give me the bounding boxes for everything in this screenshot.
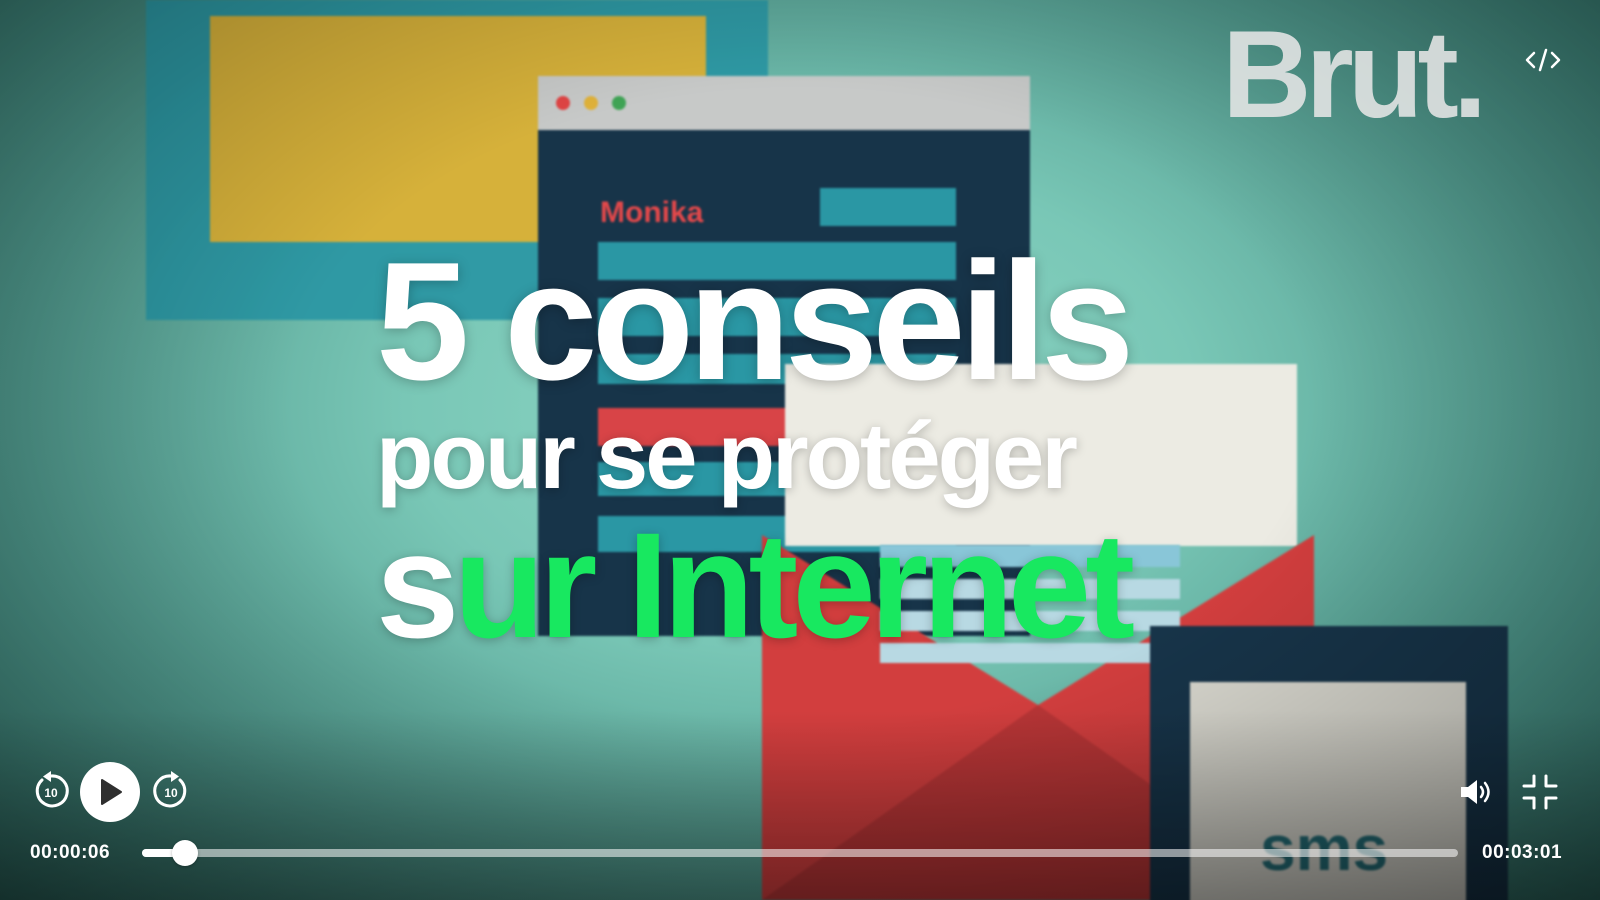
rewind-seconds-label: 10 [44, 786, 58, 800]
progress-bar[interactable] [142, 840, 1458, 866]
video-frame[interactable]: Monika sms 5 conseils pour se protéger s… [0, 0, 1600, 900]
play-button[interactable] [80, 762, 140, 822]
browser-minimize-dot [584, 96, 598, 110]
browser-close-dot [556, 96, 570, 110]
headline-line-2: pour se protéger [376, 403, 1078, 508]
rewind-icon: 10 [35, 771, 69, 808]
headline-line-3: sur Internet [376, 510, 1236, 660]
forward-icon: 10 [153, 771, 187, 808]
headline-line-3-white: s [376, 501, 459, 669]
rewind-10-button[interactable]: 10 [30, 770, 72, 812]
illustration-phone-label: sms [1260, 812, 1389, 884]
illustration-browser-name: Monika [600, 196, 704, 229]
exit-fullscreen-button[interactable] [1520, 772, 1560, 812]
headline-line-1: 5 conseils [376, 227, 1134, 415]
current-time: 00:00:06 [30, 842, 111, 863]
illustration-field [820, 188, 956, 226]
headline-line-3-green: ur Internet [453, 501, 1135, 669]
video-headline: 5 conseils pour se protéger sur Internet [376, 236, 1236, 660]
code-embed-icon [1525, 48, 1561, 72]
exit-fullscreen-icon [1522, 774, 1558, 810]
illustration-phone: sms [1150, 626, 1508, 900]
volume-icon [1461, 780, 1490, 804]
brand-logo: Brut. [1222, 6, 1487, 144]
embed-code-button[interactable] [1518, 40, 1568, 80]
forward-seconds-label: 10 [164, 786, 178, 800]
play-icon [101, 779, 122, 805]
duration-time: 00:03:01 [1482, 842, 1563, 863]
browser-maximize-dot [612, 96, 626, 110]
forward-10-button[interactable]: 10 [150, 770, 192, 812]
illustration-browser-bar [538, 76, 1030, 130]
volume-button[interactable] [1456, 774, 1496, 810]
